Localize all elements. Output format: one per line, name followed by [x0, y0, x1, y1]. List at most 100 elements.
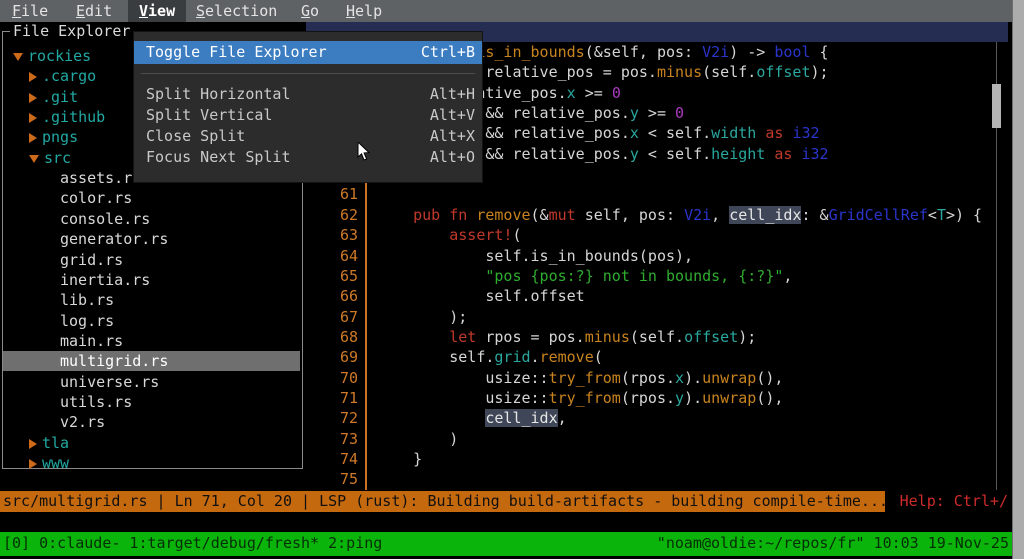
line-number-64[interactable]: 64	[328, 246, 358, 266]
status-help-hint: Help: Ctrl+/	[900, 491, 1008, 512]
menu-item-label: Split Vertical	[146, 106, 272, 124]
sidebar-item-generator-rs[interactable]: generator.rs	[3, 229, 300, 249]
line-number-66[interactable]: 66	[328, 286, 358, 306]
line-number-72[interactable]: 72	[328, 408, 358, 428]
line-number-61[interactable]: 61	[328, 184, 358, 204]
chevron-right-icon[interactable]	[29, 72, 37, 82]
file-label: inertia.rs	[60, 271, 150, 289]
menu-separator	[141, 73, 475, 74]
line-number-73[interactable]: 73	[328, 429, 358, 449]
code-line-65[interactable]: "pos {pos:?} not in bounds, {:?}",	[377, 266, 792, 286]
menu-item-label: Focus Next Split	[146, 148, 291, 166]
menu-item-label: Close Split	[146, 127, 245, 145]
sidebar-item-lib-rs[interactable]: lib.rs	[3, 290, 300, 310]
file-label: utils.rs	[60, 393, 132, 411]
selected-symbol: cell_idx	[485, 409, 557, 427]
file-label: generator.rs	[60, 230, 168, 248]
menu-item-focus-next-split[interactable]: Focus Next Split Alt+O	[134, 147, 482, 168]
file-label: log.rs	[60, 312, 114, 330]
file-label: v2.rs	[60, 413, 105, 431]
line-number-68[interactable]: 68	[328, 327, 358, 347]
line-number-69[interactable]: 69	[328, 347, 358, 367]
menubar-item-selection[interactable]: Selection	[185, 0, 288, 22]
menubar-item-view[interactable]: View	[128, 0, 186, 22]
chevron-down-icon[interactable]	[13, 53, 23, 61]
sidebar-item-universe-rs[interactable]: universe.rs	[3, 372, 300, 392]
code-line-66[interactable]: self.offset	[377, 286, 585, 306]
status-file-info: src/multigrid.rs | Ln 71, Col 20 | LSP (…	[0, 491, 885, 512]
menu-item-split-vertical[interactable]: Split VerticalAlt+V	[134, 105, 482, 126]
code-line-63[interactable]: assert!(	[377, 225, 522, 245]
line-number-65[interactable]: 65	[328, 266, 358, 286]
menu-item-shortcut: Alt+H	[430, 84, 475, 105]
code-line-73[interactable]: )	[377, 429, 458, 449]
file-explorer-title: File Explorer	[10, 22, 133, 41]
menu-item-label: Toggle File Explorer	[146, 43, 327, 61]
code-line-69[interactable]: self.grid.remove(	[377, 347, 603, 367]
chevron-down-icon[interactable]	[29, 155, 39, 163]
line-number-63[interactable]: 63	[328, 225, 358, 245]
menu-bar: File EditViewSelectionGoHelp	[0, 0, 1012, 22]
folder-label: .git	[42, 88, 78, 106]
folder-label: tla	[42, 434, 69, 452]
mouse-cursor	[357, 142, 371, 162]
code-line-64[interactable]: self.is_in_bounds(pos),	[377, 246, 693, 266]
menu-item-shortcut: Alt+O	[430, 147, 475, 168]
menu-item-split-horizontal[interactable]: Split Horizontal Alt+H	[134, 84, 482, 105]
selected-symbol: cell_idx	[729, 206, 801, 224]
menubar-item-edit[interactable]: Edit	[65, 0, 123, 22]
chevron-right-icon[interactable]	[29, 133, 37, 143]
line-number-70[interactable]: 70	[328, 368, 358, 388]
code-line-70[interactable]: usize::try_from(rpos.x).unwrap(),	[377, 368, 783, 388]
file-label: main.rs	[60, 332, 123, 350]
editor-scrollbar-thumb[interactable]	[992, 84, 1001, 128]
sidebar-item-inertia-rs[interactable]: inertia.rs	[3, 270, 300, 290]
folder-label: www	[42, 454, 69, 472]
chevron-right-icon[interactable]	[29, 459, 37, 469]
sidebar-item-www[interactable]: www	[3, 453, 300, 473]
menubar-item-file[interactable]: File	[1, 0, 59, 22]
chevron-right-icon[interactable]	[29, 439, 37, 449]
line-number-74[interactable]: 74	[328, 449, 358, 469]
menu-item-shortcut: Alt+X	[430, 126, 475, 147]
line-number-67[interactable]: 67	[328, 307, 358, 327]
sidebar-item-grid-rs[interactable]: grid.rs	[3, 250, 300, 270]
sidebar-item-color-rs[interactable]: color.rs	[3, 188, 300, 208]
sidebar-item-v2-rs[interactable]: v2.rs	[3, 412, 300, 432]
tmux-window-list[interactable]: [0] 0:claude- 1:target/debug/fresh* 2:pi…	[3, 532, 382, 556]
sidebar-item-console-rs[interactable]: console.rs	[3, 209, 300, 229]
chevron-right-icon[interactable]	[29, 93, 37, 103]
code-line-71[interactable]: usize::try_from(rpos.y).unwrap(),	[377, 388, 783, 408]
tmux-status-bar: [0] 0:claude- 1:target/debug/fresh* 2:pi…	[0, 532, 1012, 556]
file-label: multigrid.rs	[60, 352, 168, 370]
line-number-62[interactable]: 62	[328, 205, 358, 225]
folder-label: .cargo	[42, 67, 96, 85]
menu-item-close-split[interactable]: Close Split Alt+X	[134, 126, 482, 147]
sidebar-item-log-rs[interactable]: log.rs	[3, 311, 300, 331]
folder-label: rockies	[28, 47, 91, 65]
folder-label: .github	[42, 108, 105, 126]
editor-status-bar: src/multigrid.rs | Ln 71, Col 20 | LSP (…	[0, 491, 1012, 512]
code-line-72[interactable]: cell_idx,	[377, 408, 567, 428]
code-line-62[interactable]: pub fn remove(&mut self, pos: V2i, cell_…	[377, 205, 982, 225]
menubar-item-help[interactable]: Help	[335, 0, 393, 22]
menu-item-toggle-file-explorer[interactable]: Toggle File Explorer Ctrl+B	[134, 41, 482, 64]
terminal-scrollbar[interactable]	[1012, 0, 1024, 559]
sidebar-item-multigrid-rs[interactable]: multigrid.rs	[3, 351, 300, 371]
code-line-67[interactable]: );	[377, 307, 467, 327]
sidebar-item-main-rs[interactable]: main.rs	[3, 331, 300, 351]
code-line-74[interactable]: }	[377, 449, 422, 469]
menu-item-shortcut: Ctrl+B	[421, 41, 475, 64]
chevron-right-icon[interactable]	[29, 113, 37, 123]
menubar-item-go[interactable]: Go	[290, 0, 330, 22]
folder-label: src	[44, 149, 71, 167]
file-label: color.rs	[60, 189, 132, 207]
line-number-75[interactable]: 75	[328, 469, 358, 489]
file-label: assets.rs	[60, 169, 141, 187]
menu-item-label: Split Horizontal	[146, 85, 291, 103]
sidebar-item-tla[interactable]: tla	[3, 433, 300, 453]
sidebar-item-utils-rs[interactable]: utils.rs	[3, 392, 300, 412]
code-line-68[interactable]: let rpos = pos.minus(self.offset);	[377, 327, 756, 347]
file-label: console.rs	[60, 210, 150, 228]
line-number-71[interactable]: 71	[328, 388, 358, 408]
